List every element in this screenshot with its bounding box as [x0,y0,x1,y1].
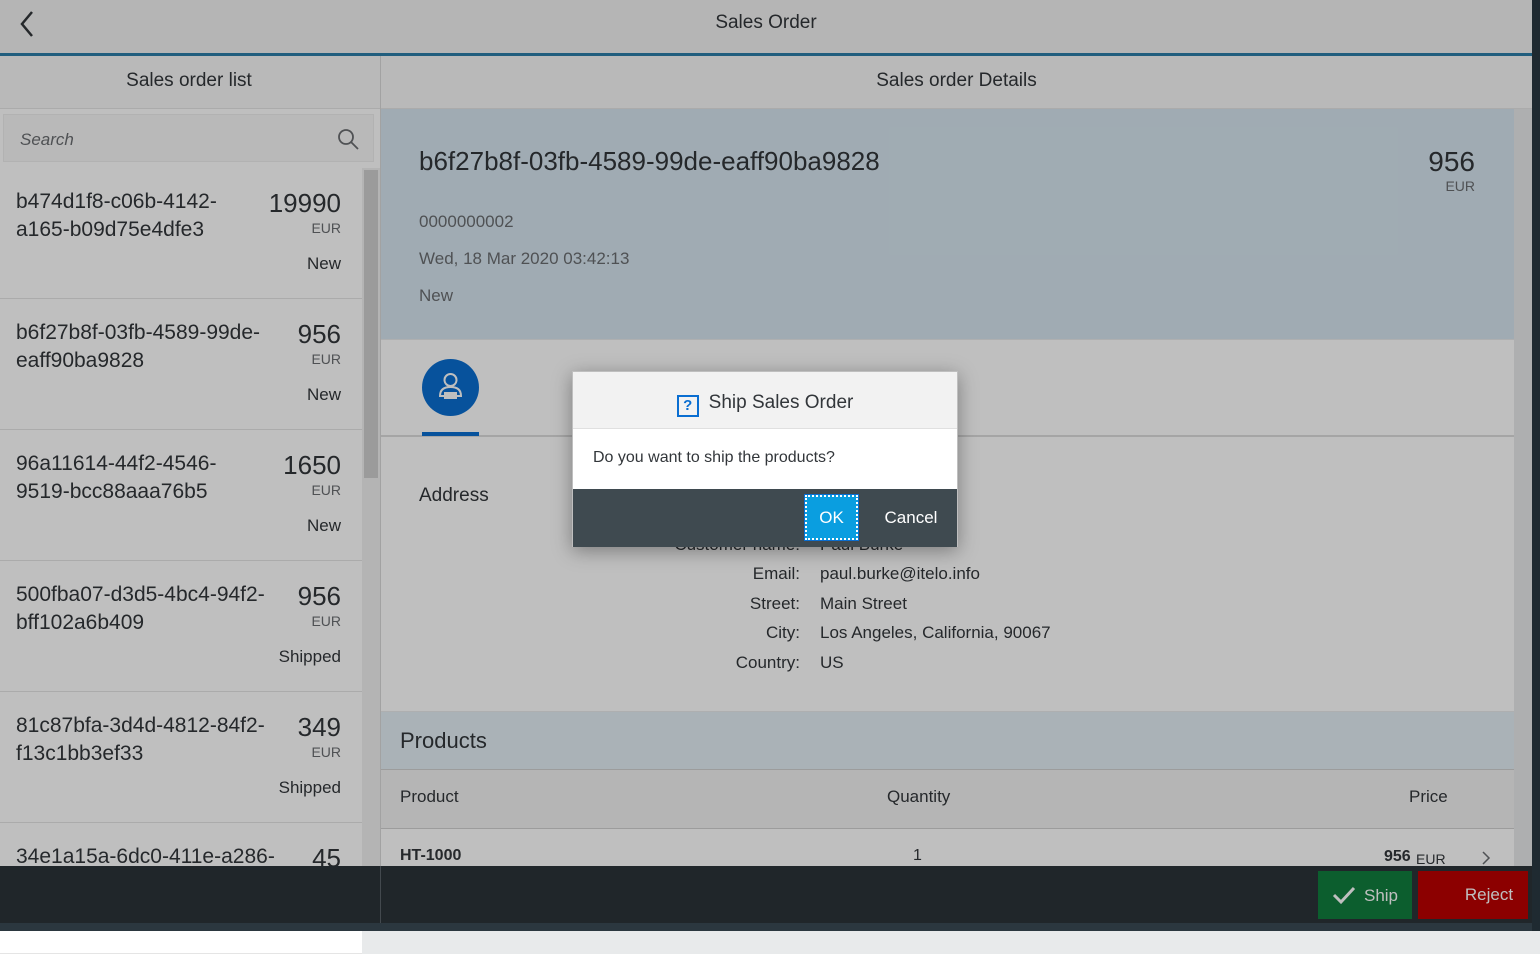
ship-confirm-dialog: ? Ship Sales Order Do you want to ship th… [572,371,958,547]
dialog-title: ? Ship Sales Order [573,392,957,417]
window-edge [1532,0,1540,931]
dialog-footer: OK Cancel [573,489,957,547]
cancel-button[interactable]: Cancel [873,495,949,540]
dialog-title-text: Ship Sales Order [708,392,854,413]
question-icon: ? [676,395,699,417]
ok-button[interactable]: OK [804,494,859,541]
dialog-message: Do you want to ship the products? [593,449,835,466]
